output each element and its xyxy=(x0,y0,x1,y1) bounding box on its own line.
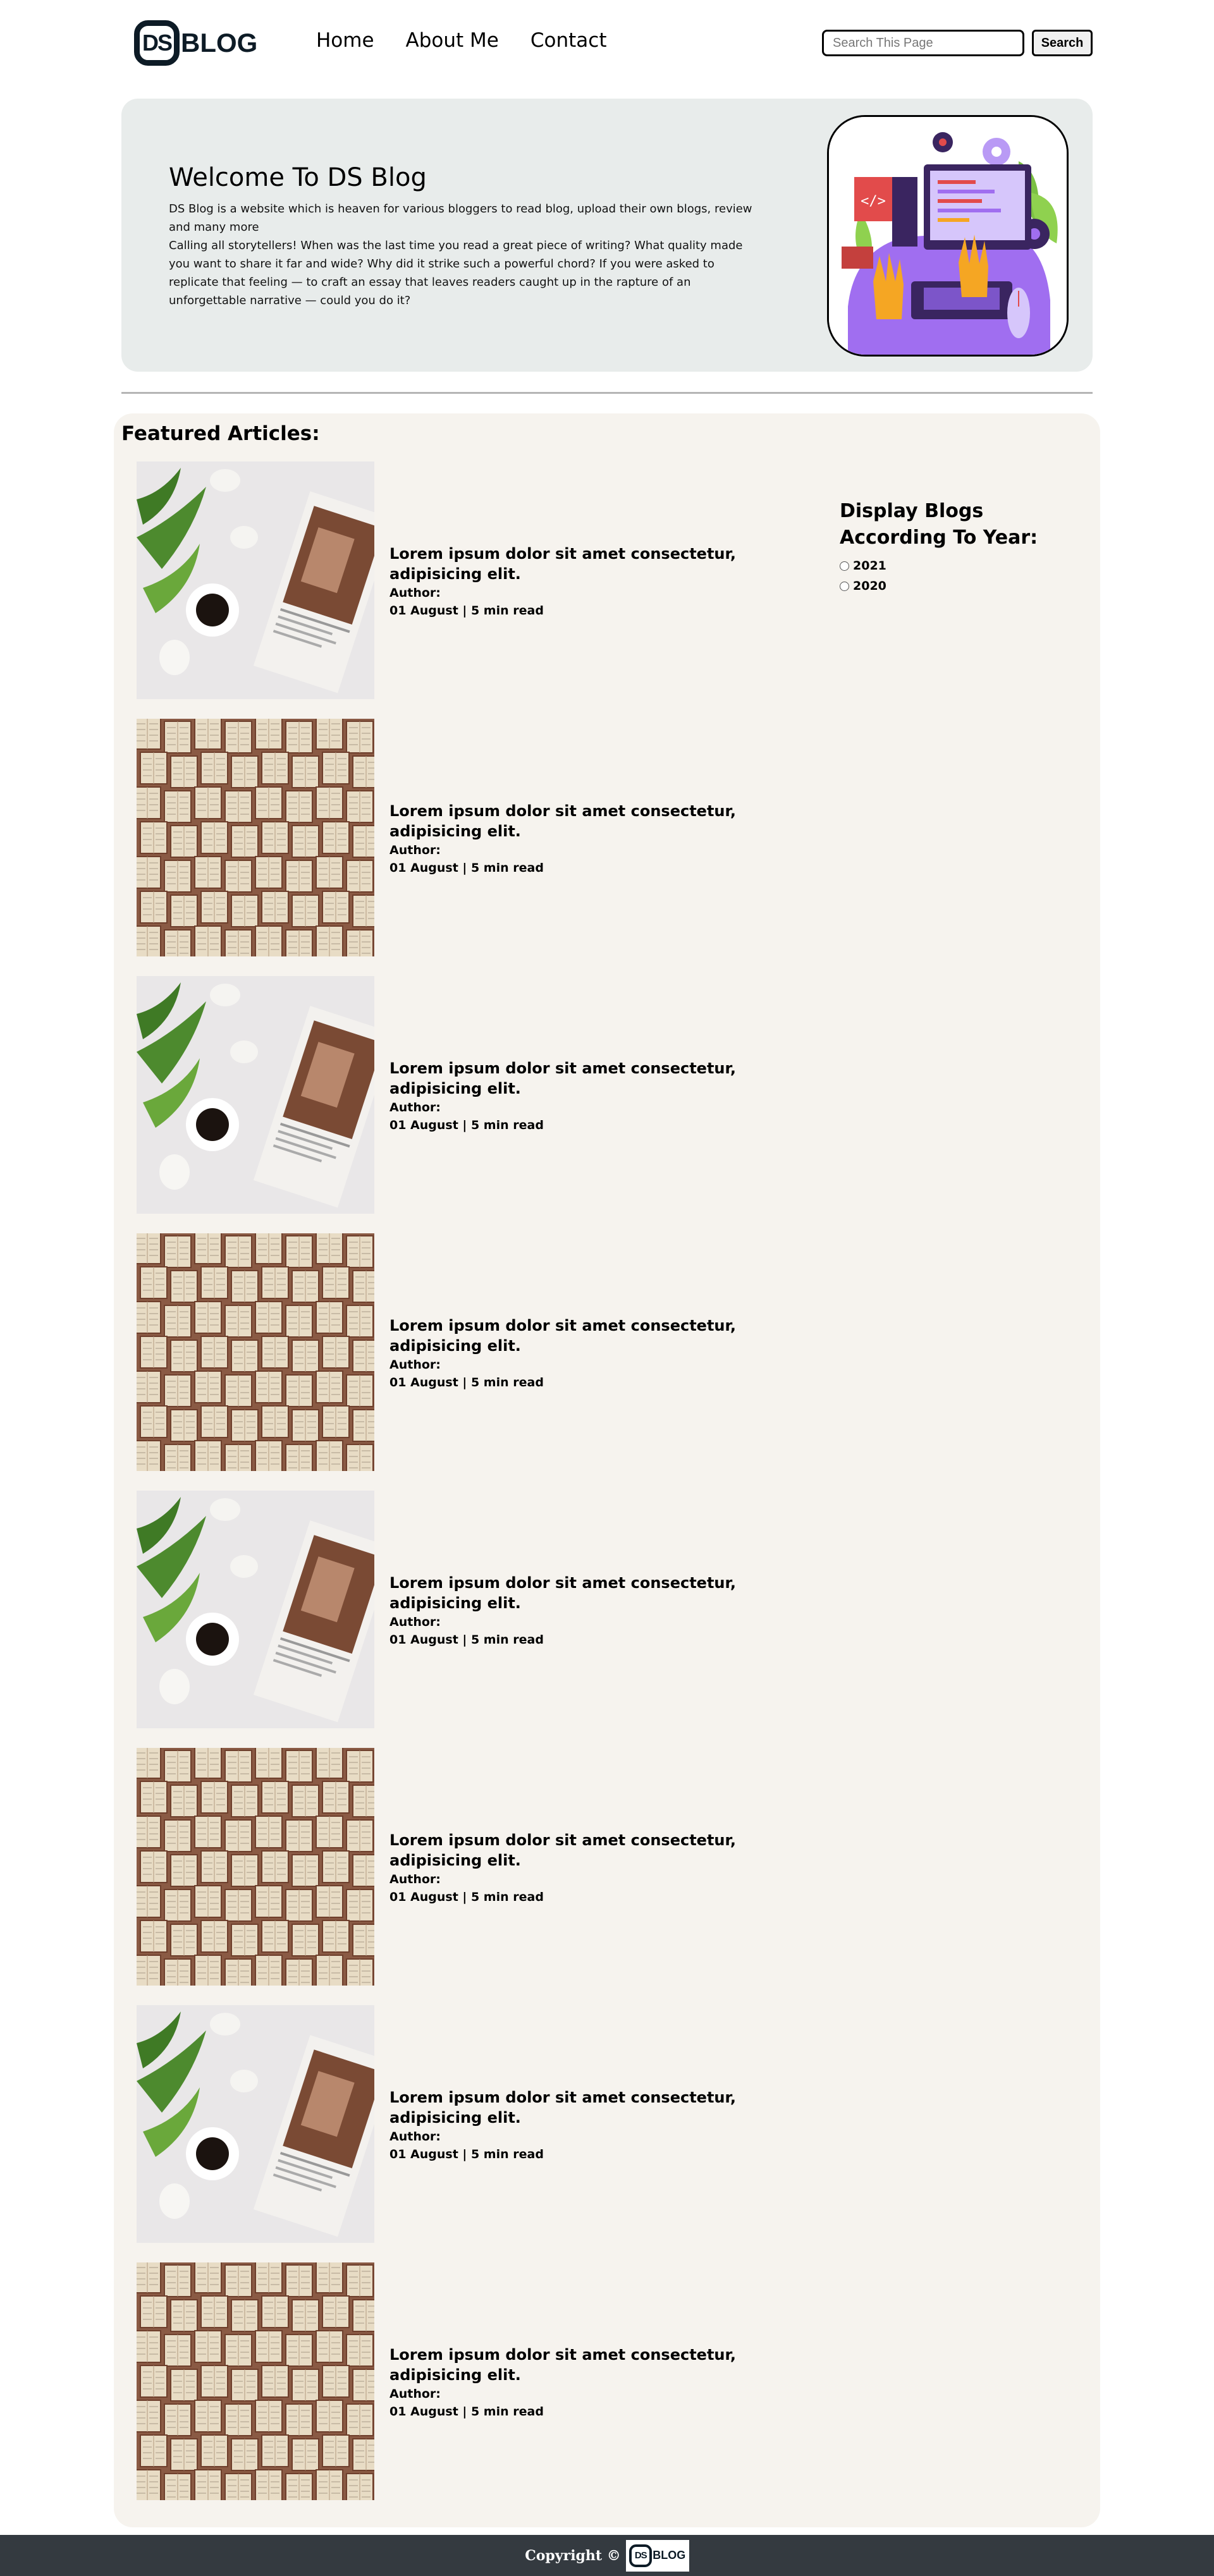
article-meta: 01 August | 5 min read xyxy=(389,1118,544,1132)
article-author: Author: xyxy=(389,843,441,857)
books-photo[interactable] xyxy=(137,1233,374,1471)
article-title[interactable]: Lorem ipsum dolor sit amet consectetur, … xyxy=(389,1315,769,1356)
article-card[interactable]: Lorem ipsum dolor sit amet consectetur, … xyxy=(137,1491,769,1728)
main-nav: Home About Me Contact xyxy=(316,29,606,52)
hero-banner: Welcome To DS Blog DS Blog is a website … xyxy=(121,99,1093,372)
site-logo[interactable]: DS BLOG xyxy=(134,20,257,66)
hero-title: Welcome To DS Blog xyxy=(169,163,427,192)
article-card[interactable]: Lorem ipsum dolor sit amet consectetur, … xyxy=(137,976,769,1214)
article-author: Author: xyxy=(389,1615,441,1629)
books-photo[interactable] xyxy=(137,2262,374,2500)
article-card[interactable]: Lorem ipsum dolor sit amet consectetur, … xyxy=(137,2262,769,2500)
article-info: Lorem ipsum dolor sit amet consectetur, … xyxy=(389,1315,769,1391)
laptop-illustration-icon: </> xyxy=(827,115,1069,357)
article-info: Lorem ipsum dolor sit amet consectetur, … xyxy=(389,544,769,620)
article-meta: 01 August | 5 min read xyxy=(389,1890,544,1904)
year-label: 2020 xyxy=(853,579,886,593)
year-option-2020[interactable]: 2020 xyxy=(840,579,1055,593)
year-filter-title: Display Blogs According To Year: xyxy=(840,500,1038,549)
article-info: Lorem ipsum dolor sit amet consectetur, … xyxy=(389,801,769,877)
svg-text:</>: </> xyxy=(861,193,886,209)
article-author: Author: xyxy=(389,1872,441,1886)
radio-button[interactable] xyxy=(840,561,849,571)
article-author: Author: xyxy=(389,586,441,600)
search-input[interactable] xyxy=(822,30,1024,56)
article-author: Author: xyxy=(389,2130,441,2144)
article-meta: 01 August | 5 min read xyxy=(389,2147,544,2161)
coffee-flowers-photo[interactable] xyxy=(137,1491,374,1728)
logo-mark: DS xyxy=(134,20,180,66)
article-title[interactable]: Lorem ipsum dolor sit amet consectetur, … xyxy=(389,2345,769,2385)
article-info: Lorem ipsum dolor sit amet consectetur, … xyxy=(389,1058,769,1134)
year-label: 2021 xyxy=(853,559,886,573)
article-card[interactable]: Lorem ipsum dolor sit amet consectetur, … xyxy=(137,2005,769,2243)
article-author: Author: xyxy=(389,1358,441,1372)
article-title[interactable]: Lorem ipsum dolor sit amet consectetur, … xyxy=(389,2087,769,2128)
section-divider xyxy=(121,392,1093,394)
article-title[interactable]: Lorem ipsum dolor sit amet consectetur, … xyxy=(389,1573,769,1613)
article-author: Author: xyxy=(389,2387,441,2401)
books-photo[interactable] xyxy=(137,1748,374,1986)
article-meta: 01 August | 5 min read xyxy=(389,1633,544,1647)
article-title[interactable]: Lorem ipsum dolor sit amet consectetur, … xyxy=(389,801,769,841)
hero-description: DS Blog is a website which is heaven for… xyxy=(169,202,752,307)
site-footer: Copyright © DS BLOG xyxy=(0,2535,1214,2576)
footer-logo-word: BLOG xyxy=(653,2549,686,2561)
article-meta: 01 August | 5 min read xyxy=(389,2405,544,2419)
article-card[interactable]: Lorem ipsum dolor sit amet consectetur, … xyxy=(137,461,769,699)
radio-button[interactable] xyxy=(840,581,849,591)
nav-contact-link[interactable]: Contact xyxy=(530,29,607,52)
article-card[interactable]: Lorem ipsum dolor sit amet consectetur, … xyxy=(137,719,769,956)
copyright-text: Copyright © xyxy=(525,2547,621,2564)
article-info: Lorem ipsum dolor sit amet consectetur, … xyxy=(389,2087,769,2163)
coffee-flowers-photo[interactable] xyxy=(137,976,374,1214)
search-button[interactable]: Search xyxy=(1032,30,1093,56)
article-author: Author: xyxy=(389,1101,441,1114)
article-info: Lorem ipsum dolor sit amet consectetur, … xyxy=(389,1830,769,1906)
footer-logo-mark: DS xyxy=(629,2544,653,2567)
article-title[interactable]: Lorem ipsum dolor sit amet consectetur, … xyxy=(389,1058,769,1099)
article-title[interactable]: Lorem ipsum dolor sit amet consectetur, … xyxy=(389,544,769,584)
year-option-2021[interactable]: 2021 xyxy=(840,559,1055,573)
article-meta: 01 August | 5 min read xyxy=(389,861,544,875)
coffee-flowers-photo[interactable] xyxy=(137,2005,374,2243)
article-info: Lorem ipsum dolor sit amet consectetur, … xyxy=(389,1573,769,1649)
coffee-flowers-photo[interactable] xyxy=(137,461,374,699)
article-card[interactable]: Lorem ipsum dolor sit amet consectetur, … xyxy=(137,1748,769,1986)
year-filter-sidebar: Display Blogs According To Year: 2021 20… xyxy=(840,498,1055,593)
nav-about-link[interactable]: About Me xyxy=(406,29,499,52)
article-info: Lorem ipsum dolor sit amet consectetur, … xyxy=(389,2345,769,2420)
article-card[interactable]: Lorem ipsum dolor sit amet consectetur, … xyxy=(137,1233,769,1471)
nav-home-link[interactable]: Home xyxy=(316,29,374,52)
footer-logo[interactable]: DS BLOG xyxy=(625,2539,689,2572)
article-meta: 01 August | 5 min read xyxy=(389,1376,544,1389)
article-meta: 01 August | 5 min read xyxy=(389,604,544,618)
article-title[interactable]: Lorem ipsum dolor sit amet consectetur, … xyxy=(389,1830,769,1871)
site-header: DS BLOG Home About Me Contact Search xyxy=(0,0,1214,89)
logo-word: BLOG xyxy=(181,28,258,58)
featured-articles-title: Featured Articles: xyxy=(121,422,320,445)
books-photo[interactable] xyxy=(137,719,374,956)
